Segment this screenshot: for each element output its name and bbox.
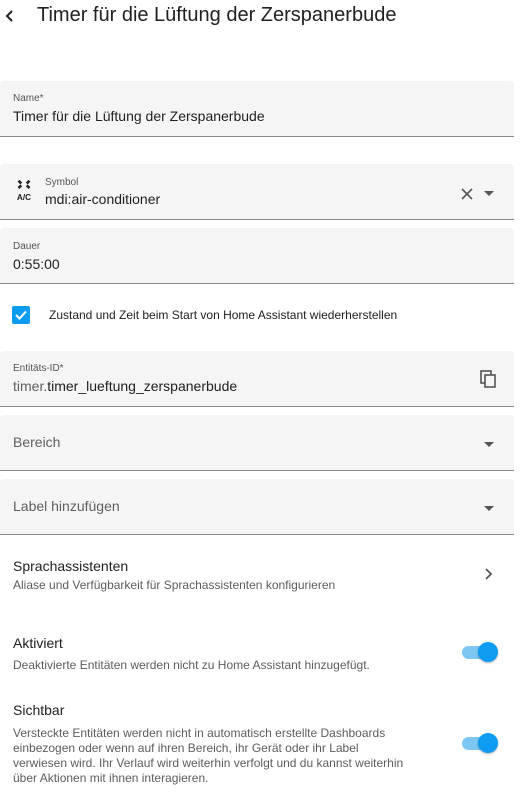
visible-toggle-knob [478,733,498,753]
area-select[interactable]: Bereich [0,415,514,471]
voice-assistants-subtitle: Aliase und Verfügbarkeit für Sprachassis… [13,578,336,592]
checkmark-icon [15,310,27,320]
enabled-row: Aktiviert Deaktivierte Entitäten werden … [0,625,514,677]
duration-field-label: Dauer [13,241,41,252]
visible-row: Sichtbar Versteckte Entitäten werden nic… [0,693,514,793]
labels-dropdown-icon[interactable] [484,506,494,511]
chevron-right-icon [485,568,493,580]
restore-checkbox-label: Zustand und Zeit beim Start von Home Ass… [49,308,398,322]
enabled-subtitle: Deaktivierte Entitäten werden nicht zu H… [13,658,370,672]
duration-field-value[interactable]: 0:55:00 [13,256,60,272]
back-arrow-icon[interactable] [2,6,18,26]
entity-id-prefix: timer. [13,378,48,394]
symbol-dropdown-icon[interactable] [484,191,494,196]
symbol-field[interactable]: A/C Symbol mdi:air-conditioner [0,164,514,220]
copy-icon[interactable] [478,369,498,389]
visible-subtitle-line-1: Versteckte Entitäten werden nicht in aut… [13,726,386,740]
visible-subtitle-line-2: einbezogen oder wenn auf ihren Bereich, … [13,741,359,755]
restore-checkbox[interactable] [12,306,30,324]
air-conditioner-icon: A/C [17,179,31,201]
name-field-label: Name* [13,93,44,104]
labels-select[interactable]: Label hinzufügen [0,479,514,535]
page-title: Timer für die Lüftung der Zerspanerbude [37,4,397,26]
duration-field[interactable]: Dauer 0:55:00 [0,228,514,284]
visible-toggle[interactable] [460,731,500,755]
enabled-toggle[interactable] [460,640,500,664]
name-field-value[interactable]: Timer für die Lüftung der Zerspanerbude [13,108,265,124]
entity-id-field[interactable]: Entitäts-ID* timer.timer_lueftung_zerspa… [0,351,514,407]
voice-assistants-row[interactable]: Sprachassistenten Aliase und Verfügbarke… [0,548,514,600]
visible-subtitle-line-3: verwiesen wird. Ihr Verlauf wird weiterh… [13,756,404,770]
enabled-title: Aktiviert [13,635,63,651]
svg-text:A/C: A/C [17,193,31,201]
clear-icon[interactable] [461,188,473,200]
dialog-header: Timer für die Lüftung der Zerspanerbude [0,0,526,32]
labels-select-placeholder: Label hinzufügen [13,498,120,514]
visible-subtitle-line-4: über Aktionen mit ihnen interagieren. [13,771,209,785]
name-field[interactable]: Name* Timer für die Lüftung der Zerspane… [0,81,514,137]
symbol-field-label: Symbol [45,177,79,188]
voice-assistants-title: Sprachassistenten [13,558,129,574]
entity-id-field-label: Entitäts-ID* [13,363,64,374]
symbol-field-value[interactable]: mdi:air-conditioner [45,191,160,207]
entity-id-value[interactable]: timer_lueftung_zerspanerbude [47,378,237,394]
enabled-toggle-knob [478,642,498,662]
visible-title: Sichtbar [13,702,65,718]
area-dropdown-icon[interactable] [484,442,494,447]
entity-id-field-value-row[interactable]: timer.timer_lueftung_zerspanerbude [13,378,237,394]
area-select-placeholder: Bereich [13,434,61,450]
